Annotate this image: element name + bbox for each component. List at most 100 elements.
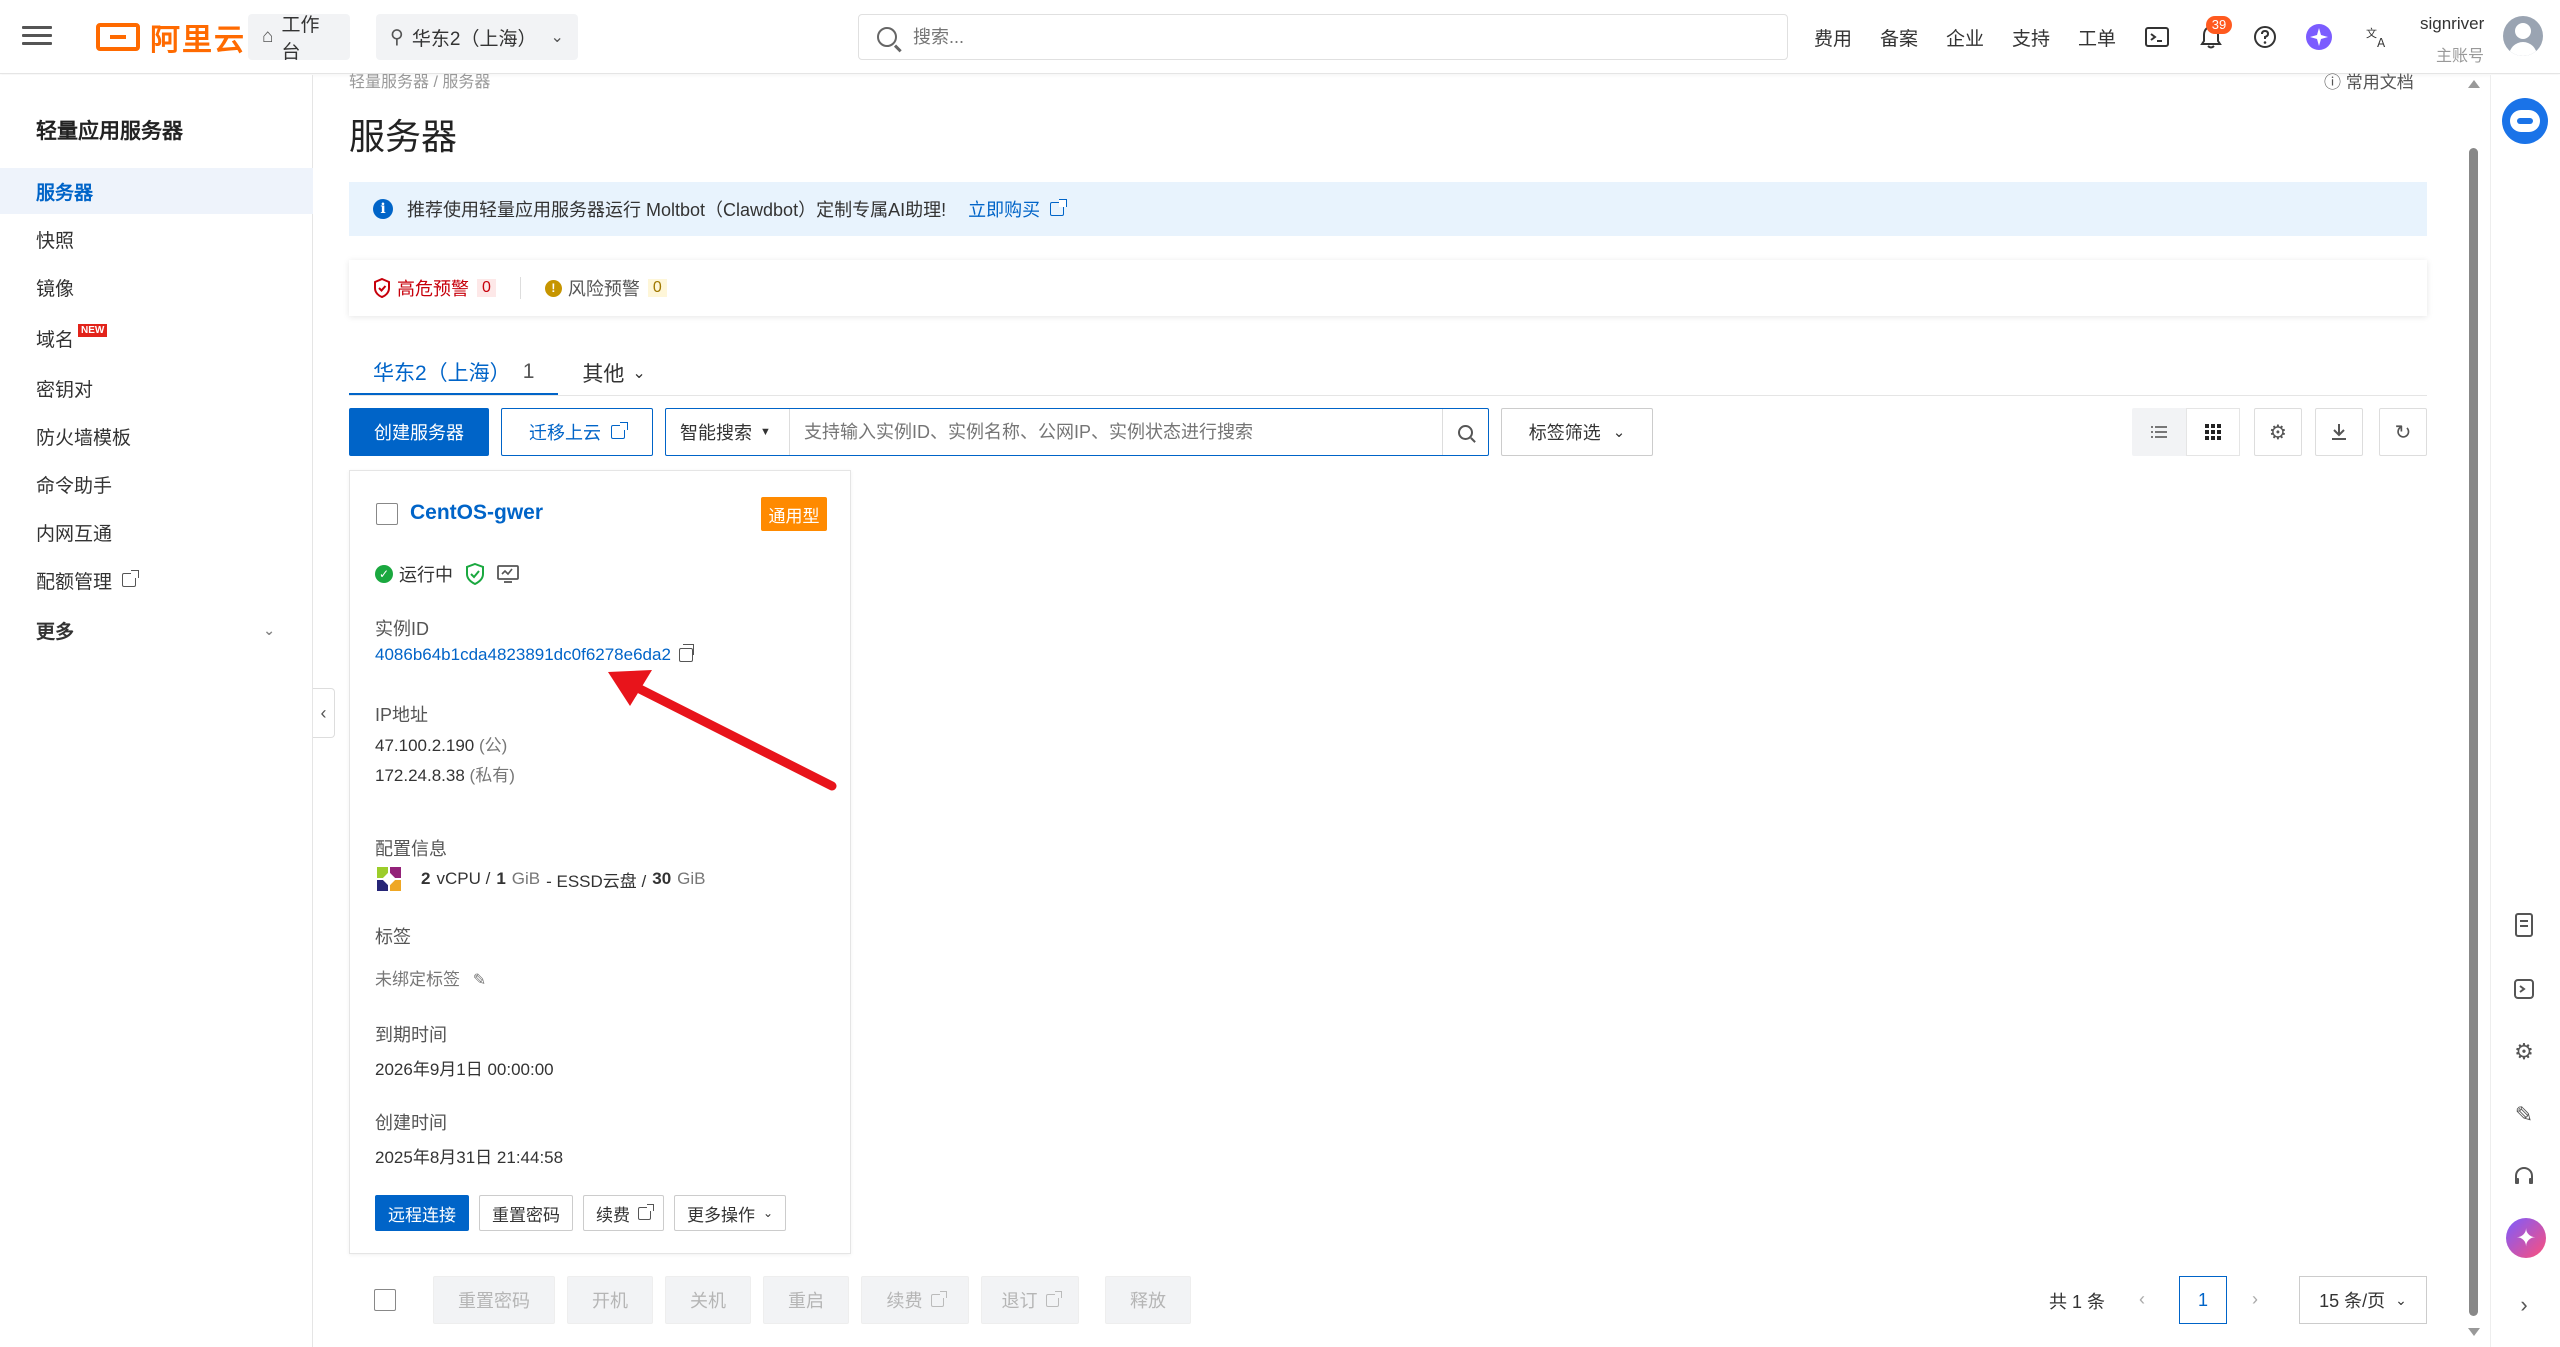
smart-search-dropdown[interactable]: 智能搜索 ▼ <box>666 409 790 455</box>
language-icon[interactable]: 文A <box>2362 22 2392 52</box>
top-bar: 阿里云 ⌂ 工作台 ⚲ 华东2（上海） ⌄ 费用 备案 企业 支持 工单 39 … <box>0 0 2560 74</box>
batch-reset-password-button[interactable]: 重置密码 <box>433 1276 555 1324</box>
scroll-down-arrow-icon[interactable] <box>2468 1328 2480 1336</box>
download-button[interactable] <box>2315 408 2363 456</box>
global-search[interactable] <box>858 14 1788 60</box>
sidebar-item-more[interactable]: 更多 ⌄ <box>0 607 313 653</box>
sidebar-item-intranet[interactable]: 内网互通 <box>0 509 313 555</box>
sidebar-item-domains[interactable]: 域名 NEW <box>0 315 313 361</box>
ai-sparkle-icon[interactable]: ✦ <box>2506 1218 2546 1258</box>
sidebar-title: 轻量应用服务器 <box>36 120 183 143</box>
instance-search-input[interactable] <box>790 409 1442 455</box>
new-badge: NEW <box>78 323 108 337</box>
gear-icon[interactable]: ⚙ <box>2507 1035 2541 1069</box>
migrate-button[interactable]: 迁移上云 <box>501 408 653 456</box>
svg-text:A: A <box>2377 36 2386 49</box>
high-risk-alert[interactable]: 高危预警 0 <box>373 275 496 301</box>
risk-alert[interactable]: ! 风险预警 0 <box>544 275 667 301</box>
region-selector[interactable]: ⚲ 华东2（上海） ⌄ <box>376 14 578 60</box>
tab-east-china-2[interactable]: 华东2（上海） 1 <box>349 350 559 396</box>
sidebar-item-quota[interactable]: 配额管理 <box>0 557 313 603</box>
batch-action-bar: 重置密码 开机 关机 重启 续费 退订 释放 共 1 条 ‹ 1 › 15 条/… <box>349 1272 2427 1328</box>
sidebar-collapse-button[interactable]: ‹ <box>313 688 335 738</box>
ai-assistant-icon[interactable] <box>2304 22 2334 52</box>
instance-id-value[interactable]: 4086b64b1cda4823891dc0f6278e6da2 <box>375 644 694 665</box>
promo-notice: i 推荐使用轻量应用服务器运行 Moltbot（Clawdbot）定制专属AI助… <box>349 182 2427 236</box>
prev-page-button[interactable]: ‹ <box>2129 1286 2155 1312</box>
next-page-button[interactable]: › <box>2242 1286 2268 1312</box>
search-icon <box>877 27 897 47</box>
caret-down-icon: ▼ <box>760 426 771 438</box>
search-button[interactable] <box>1442 409 1488 455</box>
buy-now-link[interactable]: 立即购买 <box>968 196 1068 222</box>
reset-password-button[interactable]: 重置密码 <box>479 1195 573 1231</box>
chevron-right-icon[interactable]: › <box>2507 1288 2541 1322</box>
nav-filing[interactable]: 备案 <box>1880 24 1918 51</box>
remote-connect-button[interactable]: 远程连接 <box>375 1195 469 1231</box>
tag-value: 未绑定标签 ✎ <box>375 970 487 990</box>
sidebar-item-firewall-templates[interactable]: 防火墙模板 <box>0 413 313 459</box>
monitor-icon[interactable] <box>497 565 519 583</box>
server-status: ✓ 运行中 <box>375 561 519 587</box>
terminal-icon[interactable] <box>2142 22 2172 52</box>
gear-icon: ⚙ <box>2269 421 2287 444</box>
card-view-button[interactable] <box>2186 408 2240 456</box>
risk-count: 0 <box>647 279 667 297</box>
user-name[interactable]: signriver <box>2420 14 2484 34</box>
batch-renew-button[interactable]: 续费 <box>861 1276 969 1324</box>
nav-fees[interactable]: 费用 <box>1814 24 1852 51</box>
global-search-input[interactable] <box>913 26 1713 48</box>
create-server-button[interactable]: 创建服务器 <box>349 408 489 456</box>
edit-icon[interactable]: ✎ <box>2507 1098 2541 1132</box>
help-icon[interactable] <box>2250 22 2280 52</box>
help-docs-link[interactable]: ⓘ 常用文档 <box>2324 68 2414 93</box>
batch-release-button[interactable]: 释放 <box>1105 1276 1191 1324</box>
renew-button[interactable]: 续费 <box>583 1195 664 1231</box>
external-link-icon <box>611 422 628 439</box>
avatar[interactable] <box>2503 16 2543 56</box>
list-view-button[interactable] <box>2132 408 2186 456</box>
nav-ticket[interactable]: 工单 <box>2078 24 2116 51</box>
scroll-up-arrow-icon[interactable] <box>2468 80 2480 88</box>
refresh-button[interactable]: ↻ <box>2379 408 2427 456</box>
breadcrumb[interactable]: 轻量服务器 / 服务器 <box>349 68 490 92</box>
assistant-robot-icon[interactable] <box>2502 98 2548 144</box>
sidebar-item-keypairs[interactable]: 密钥对 <box>0 365 313 411</box>
copy-icon[interactable] <box>678 644 694 662</box>
sidebar: 轻量应用服务器 服务器 快照 镜像 域名 NEW 密钥对 防火墙模板 命令助手 … <box>0 75 313 1347</box>
nav-support[interactable]: 支持 <box>2012 24 2050 51</box>
api-icon[interactable] <box>2507 972 2541 1006</box>
tag-label: 标签 <box>375 927 411 947</box>
security-shield-icon[interactable] <box>465 563 485 585</box>
sidebar-item-servers[interactable]: 服务器 <box>0 168 313 214</box>
settings-button[interactable]: ⚙ <box>2254 408 2302 456</box>
server-card: CentOS-gwer 通用型 ✓ 运行中 实例ID 4086b64b1cda4… <box>349 470 851 1254</box>
headset-icon[interactable] <box>2507 1160 2541 1194</box>
smart-search: 智能搜索 ▼ <box>665 408 1489 456</box>
sidebar-item-images[interactable]: 镜像 <box>0 264 313 310</box>
page-size-selector[interactable]: 15 条/页 ⌄ <box>2299 1276 2427 1324</box>
scrollbar-thumb[interactable] <box>2469 148 2478 1316</box>
sidebar-item-snapshots[interactable]: 快照 <box>0 216 313 262</box>
hamburger-menu-icon[interactable] <box>22 22 52 52</box>
batch-unsubscribe-button[interactable]: 退订 <box>981 1276 1079 1324</box>
refresh-icon: ↻ <box>2394 421 2412 444</box>
server-name-link[interactable]: CentOS-gwer <box>410 501 543 525</box>
edit-pencil-icon[interactable]: ✎ <box>473 970 486 990</box>
list-icon <box>2151 426 2167 438</box>
tag-filter-dropdown[interactable]: 标签筛选 ⌄ <box>1501 408 1653 456</box>
workbench-button[interactable]: ⌂ 工作台 <box>248 14 350 63</box>
tab-other[interactable]: 其他 ⌄ <box>558 350 669 396</box>
select-all-checkbox[interactable] <box>374 1289 396 1311</box>
batch-start-button[interactable]: 开机 <box>567 1276 653 1324</box>
batch-restart-button[interactable]: 重启 <box>763 1276 849 1324</box>
chevron-down-icon: ⌄ <box>632 365 646 382</box>
aliyun-logo[interactable]: 阿里云 <box>96 19 246 57</box>
more-actions-button[interactable]: 更多操作 ⌄ <box>674 1195 787 1231</box>
server-select-checkbox[interactable] <box>376 503 398 525</box>
page-number-button[interactable]: 1 <box>2179 1276 2227 1324</box>
batch-stop-button[interactable]: 关机 <box>665 1276 751 1324</box>
document-icon[interactable] <box>2507 908 2541 942</box>
nav-enterprise[interactable]: 企业 <box>1946 24 1984 51</box>
sidebar-item-command-assistant[interactable]: 命令助手 <box>0 461 313 507</box>
